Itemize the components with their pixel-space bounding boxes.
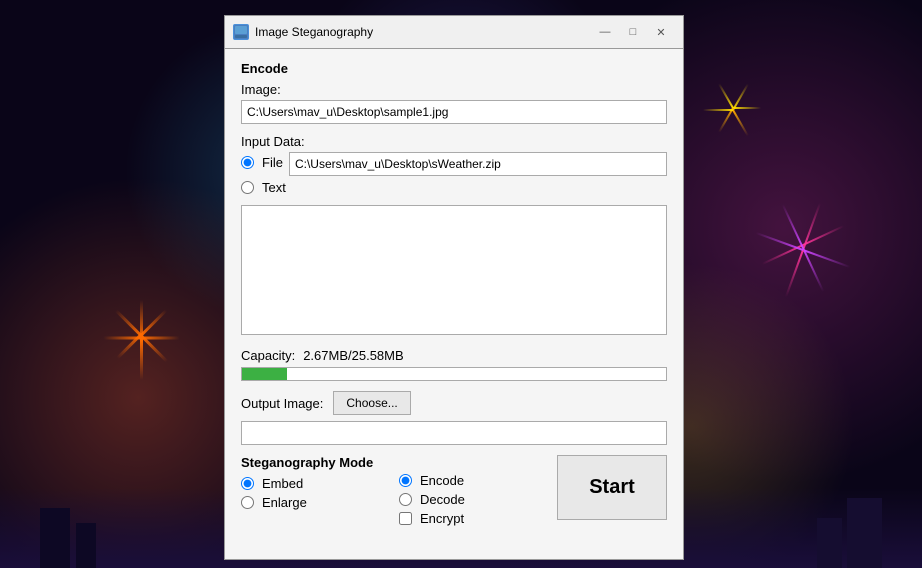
encrypt-checkbox-row: Encrypt: [399, 511, 541, 526]
steg-mode-section: Steganography Mode Embed Enlarge: [241, 455, 383, 514]
app-icon: [233, 24, 249, 40]
bottom-section: Steganography Mode Embed Enlarge Encode: [241, 455, 667, 530]
text-radio-label[interactable]: Text: [262, 180, 286, 195]
output-path-input[interactable]: [241, 421, 667, 445]
encode-decode-section: Encode Decode Encrypt: [399, 455, 541, 530]
image-label: Image:: [241, 82, 667, 97]
start-button[interactable]: Start: [557, 455, 667, 520]
enlarge-radio[interactable]: [241, 496, 254, 509]
enlarge-label[interactable]: Enlarge: [262, 495, 307, 510]
window-controls: — □ ✕: [591, 22, 675, 42]
file-input-row: File: [241, 152, 667, 176]
minimize-button[interactable]: —: [591, 22, 619, 42]
decode-radio[interactable]: [399, 493, 412, 506]
input-data-label: Input Data:: [241, 134, 667, 149]
embed-label[interactable]: Embed: [262, 476, 303, 491]
encode-option-label[interactable]: Encode: [420, 473, 464, 488]
output-image-row: Output Image: Choose...: [241, 391, 667, 415]
capacity-value: 2.67MB/25.58MB: [303, 348, 403, 363]
capacity-section: Capacity: 2.67MB/25.58MB: [241, 348, 667, 363]
file-radio-row: File: [241, 155, 283, 170]
decode-option-label[interactable]: Decode: [420, 492, 465, 507]
text-radio-row: Text: [241, 180, 667, 195]
capacity-label: Capacity:: [241, 348, 295, 363]
encode-radio[interactable]: [399, 474, 412, 487]
dialog-window: Image Steganography — □ ✕ Encode Image: …: [224, 15, 684, 560]
capacity-progress-fill: [242, 368, 287, 380]
file-path-input[interactable]: [289, 152, 667, 176]
encrypt-checkbox[interactable]: [399, 512, 412, 525]
steg-mode-label: Steganography Mode: [241, 455, 383, 470]
maximize-button[interactable]: □: [619, 22, 647, 42]
file-radio[interactable]: [241, 156, 254, 169]
text-radio[interactable]: [241, 181, 254, 194]
text-input-area[interactable]: [241, 205, 667, 335]
window-title: Image Steganography: [255, 25, 585, 39]
dialog-body: Encode Image: Input Data: File Text Capa…: [224, 48, 684, 560]
close-button[interactable]: ✕: [647, 22, 675, 42]
start-button-section: Start: [557, 455, 667, 520]
encode-radio-row: Encode: [399, 473, 541, 488]
titlebar: Image Steganography — □ ✕: [224, 15, 684, 48]
file-radio-label[interactable]: File: [262, 155, 283, 170]
encode-section: Encode Image:: [241, 61, 667, 124]
encrypt-label[interactable]: Encrypt: [420, 511, 464, 526]
decode-radio-row: Decode: [399, 492, 541, 507]
input-data-section: Input Data: File Text: [241, 134, 667, 338]
capacity-progress-bar: [241, 367, 667, 381]
embed-radio[interactable]: [241, 477, 254, 490]
encode-label: Encode: [241, 61, 667, 76]
enlarge-radio-row: Enlarge: [241, 495, 383, 510]
embed-radio-row: Embed: [241, 476, 383, 491]
choose-button[interactable]: Choose...: [333, 391, 410, 415]
output-image-label: Output Image:: [241, 396, 323, 411]
image-path-input[interactable]: [241, 100, 667, 124]
